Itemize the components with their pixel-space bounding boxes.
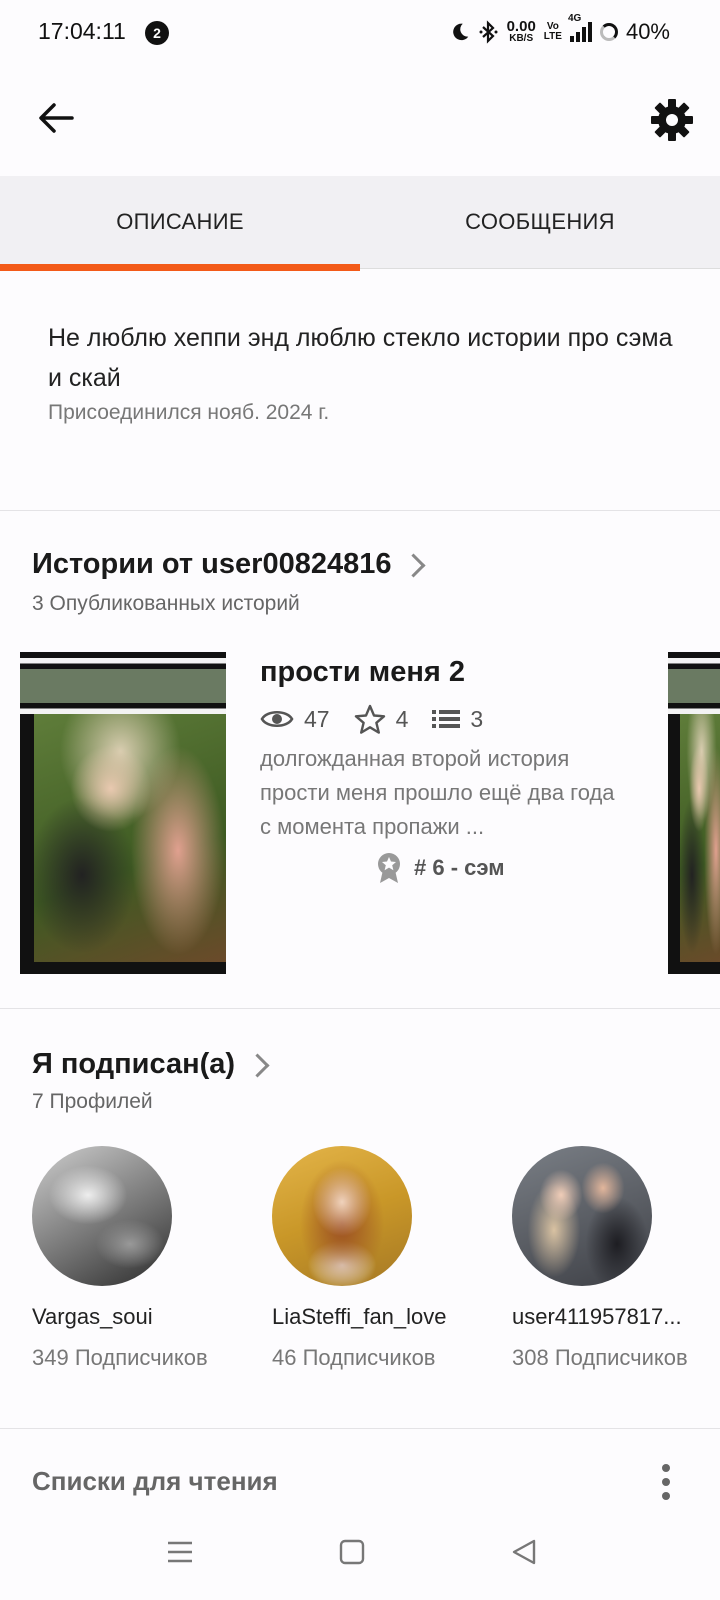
signal-icon: 4G bbox=[568, 14, 592, 42]
volte-bottom: LTE bbox=[543, 31, 562, 42]
profile-card[interactable]: user411957817... 308 Подписчиков bbox=[512, 1146, 720, 1372]
net-speed-value: 0.00 bbox=[506, 18, 536, 35]
stories-count: 3 Опубликованных историй bbox=[32, 592, 300, 615]
reading-lists-title[interactable]: Списки для чтения bbox=[32, 1466, 278, 1497]
more-vertical-icon[interactable] bbox=[656, 1462, 676, 1502]
clock: 17:04:11 bbox=[38, 18, 126, 44]
notification-badge: 2 bbox=[145, 21, 169, 45]
avatar[interactable] bbox=[32, 1146, 172, 1286]
following-title: Я подписан(а) bbox=[32, 1048, 236, 1080]
back-arrow-icon[interactable] bbox=[34, 96, 78, 140]
stories-title: Истории от user00824816 bbox=[32, 548, 392, 580]
story-rank-text: # 6 - сэм bbox=[414, 855, 505, 880]
following-section-header[interactable]: Я подписан(а) bbox=[32, 1048, 270, 1081]
battery-icon bbox=[599, 23, 618, 41]
story-description: долгожданная второй история прости меня … bbox=[260, 746, 615, 839]
list-icon bbox=[432, 710, 461, 728]
system-nav-bar bbox=[0, 1510, 720, 1600]
battery-level: 40% bbox=[625, 19, 670, 44]
profile-followers: 46 Подписчиков bbox=[272, 1345, 436, 1370]
profile-card[interactable]: LiaSteffi_fan_love 46 Подписчиков bbox=[272, 1146, 492, 1372]
story-rank: # 6 - сэм bbox=[376, 852, 505, 884]
profile-name[interactable]: LiaSteffi_fan_love bbox=[272, 1304, 462, 1330]
profile-followers: 308 Подписчиков bbox=[512, 1345, 688, 1370]
divider bbox=[0, 1008, 720, 1009]
active-tab-indicator bbox=[0, 264, 360, 271]
story-stats: 47 4 3 bbox=[260, 704, 483, 734]
star-icon bbox=[354, 704, 385, 734]
profile-bio: Не люблю хеппи энд люблю стекло истории … bbox=[48, 324, 673, 392]
story-votes: 4 bbox=[395, 705, 409, 732]
avatar[interactable] bbox=[272, 1146, 412, 1286]
story-title[interactable]: прости меня 2 bbox=[260, 656, 465, 689]
story-parts: 3 bbox=[470, 705, 484, 732]
menu-icon[interactable] bbox=[166, 1538, 194, 1566]
moon-icon bbox=[452, 23, 468, 41]
net-speed-unit: KB/S bbox=[509, 33, 534, 44]
volte-indicator: Vo LTE bbox=[544, 22, 562, 42]
story-cover[interactable] bbox=[20, 652, 226, 974]
back-triangle-icon[interactable] bbox=[510, 1538, 538, 1566]
stories-section-header[interactable]: Истории от user00824816 bbox=[32, 548, 427, 581]
net-speed: 0.00 KB/S bbox=[506, 18, 536, 44]
network-type: 4G bbox=[567, 13, 582, 24]
story-reads: 47 bbox=[304, 705, 330, 732]
status-icons: 0.00 KB/S Vo LTE 4G 40% bbox=[449, 14, 670, 46]
profile-name[interactable]: Vargas_soui bbox=[32, 1304, 222, 1330]
avatar[interactable] bbox=[512, 1146, 652, 1286]
tab-messages[interactable]: СООБЩЕНИЯ bbox=[360, 176, 720, 268]
next-story-cover[interactable] bbox=[668, 652, 720, 974]
eye-icon bbox=[260, 710, 294, 728]
status-bar: 17:04:11 2 0.00 KB/S Vo LTE 4G 40% bbox=[0, 0, 720, 66]
divider bbox=[0, 1428, 720, 1429]
divider bbox=[0, 510, 720, 511]
home-square-icon[interactable] bbox=[338, 1538, 366, 1566]
bluetooth-icon bbox=[479, 20, 498, 44]
rank-badge-icon bbox=[378, 853, 400, 883]
gear-icon[interactable] bbox=[648, 96, 696, 144]
profile-card[interactable]: Vargas_soui 349 Подписчиков bbox=[32, 1146, 252, 1372]
chevron-right-icon bbox=[401, 553, 427, 578]
tab-description[interactable]: ОПИСАНИЕ bbox=[0, 176, 360, 268]
chevron-right-icon bbox=[245, 1053, 270, 1078]
profile-name[interactable]: user411957817... bbox=[512, 1304, 702, 1330]
join-date: Присоединился нояб. 2024 г. bbox=[48, 401, 330, 424]
profile-followers: 349 Подписчиков bbox=[32, 1345, 208, 1370]
following-count: 7 Профилей bbox=[32, 1090, 153, 1113]
tab-bar: ОПИСАНИЕ СООБЩЕНИЯ bbox=[0, 176, 720, 269]
